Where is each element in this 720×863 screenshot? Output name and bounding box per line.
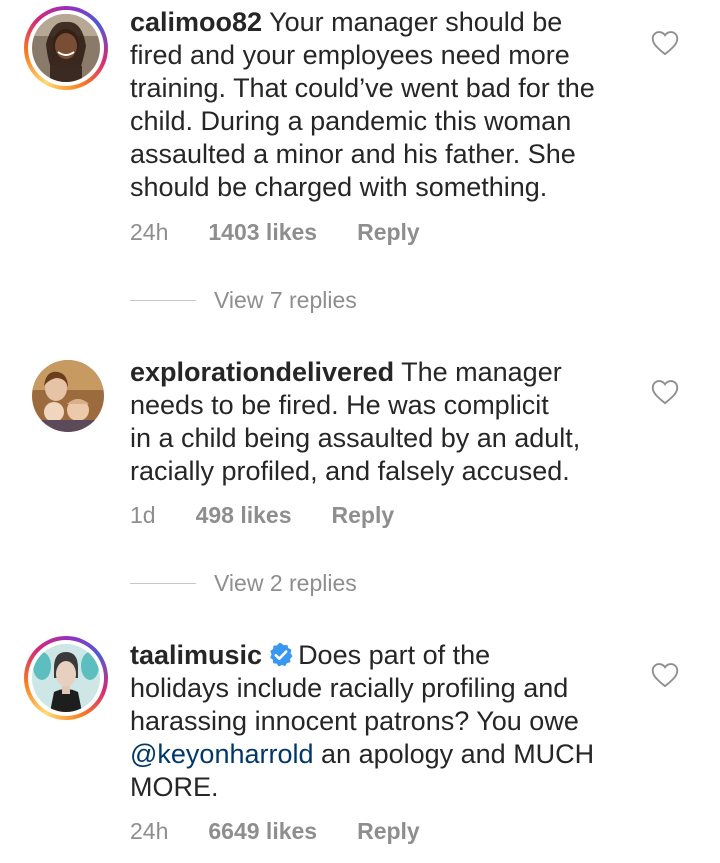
username[interactable]: calimoo82 xyxy=(130,7,262,37)
reply-button[interactable]: Reply xyxy=(357,818,420,845)
heart-outline-icon[interactable] xyxy=(651,662,679,688)
user-photo xyxy=(32,360,104,432)
comment-text: taalimusic Does part of the holidays inc… xyxy=(130,640,595,802)
comment-meta: 24h 1403 likes Reply xyxy=(130,219,420,246)
reply-button[interactable]: Reply xyxy=(332,502,395,529)
heart-outline-icon[interactable] xyxy=(651,30,679,56)
view-replies-button[interactable]: View 2 replies xyxy=(130,570,357,597)
timestamp: 24h xyxy=(130,818,169,844)
timestamp: 24h xyxy=(130,219,169,245)
avatar[interactable] xyxy=(24,6,108,90)
comment-meta: 1d 498 likes Reply xyxy=(130,502,394,529)
avatar[interactable] xyxy=(24,636,108,720)
likes-count[interactable]: 498 likes xyxy=(196,502,292,529)
heart-outline-icon[interactable] xyxy=(651,379,679,405)
divider-line xyxy=(130,300,196,301)
view-replies-button[interactable]: View 7 replies xyxy=(130,287,357,314)
divider-line xyxy=(130,583,196,584)
comment-text: calimoo82 Your manager should be fired a… xyxy=(130,7,595,202)
username[interactable]: explorationdelivered xyxy=(130,357,394,387)
mention-link[interactable]: @keyonharrold xyxy=(130,739,314,769)
likes-count[interactable]: 1403 likes xyxy=(208,219,317,246)
likes-count[interactable]: 6649 likes xyxy=(208,818,317,845)
username[interactable]: taalimusic xyxy=(130,640,262,670)
comment-text: explorationdelivered The manager needs t… xyxy=(130,357,581,486)
timestamp: 1d xyxy=(130,502,156,528)
comment-meta: 24h 6649 likes Reply xyxy=(130,818,420,845)
avatar[interactable] xyxy=(32,360,104,432)
verified-badge-icon xyxy=(270,642,293,667)
reply-button[interactable]: Reply xyxy=(357,219,420,246)
user-photo xyxy=(32,644,100,712)
user-photo xyxy=(32,14,100,82)
